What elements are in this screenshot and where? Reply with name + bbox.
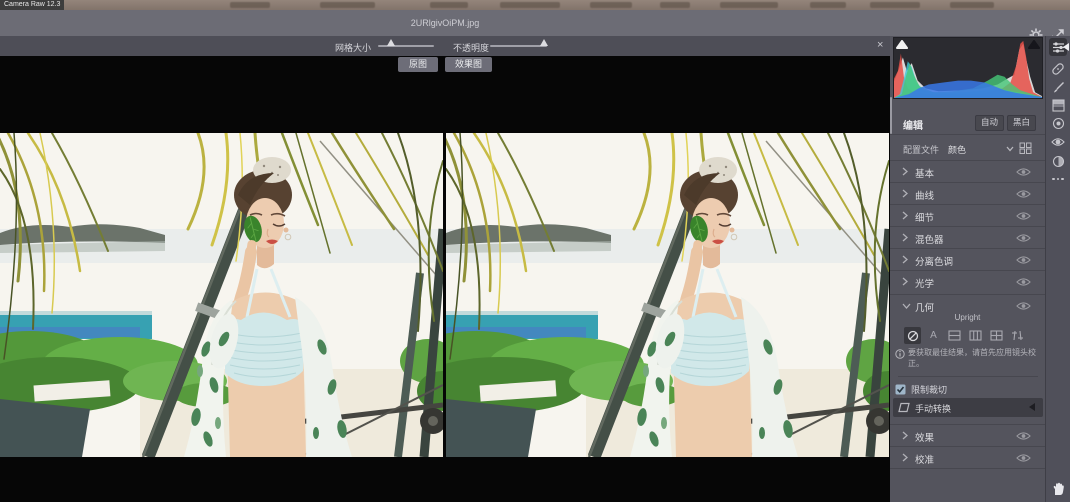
section-detail[interactable]: 细节 [890,204,1045,227]
upright-off-icon[interactable] [904,327,921,344]
original-view-button[interactable]: 原图 [398,57,438,72]
geometry-warning-text: 要获取最佳结果，请首先应用镜头校正。 [908,347,1036,369]
eye-icon[interactable] [1016,189,1031,199]
section-split-toning[interactable]: 分离色调 [890,248,1045,271]
profile-row: 配置文件 颜色 [890,134,1045,161]
taskbar-blur [230,2,270,8]
section-calibration[interactable]: 校准 [890,446,1045,469]
upright-guided-icon[interactable] [1009,327,1026,344]
close-icon[interactable]: × [877,39,883,51]
window-title: Camera Raw 12.3 [0,0,64,10]
more-dots-icon[interactable] [1049,170,1067,188]
app-title-bar: 2URlgivOiPM.jpg [0,10,1070,37]
eye-icon[interactable] [1016,211,1031,221]
taskbar-blur [870,2,920,8]
grid-size-slider[interactable] [378,45,434,47]
section-optics[interactable]: 光学 [890,270,1045,293]
upright-auto-icon[interactable]: A [925,327,942,344]
taskbar-blur [950,2,994,8]
graduated-filter-icon[interactable] [1049,96,1067,114]
section-effects[interactable]: 效果 [890,424,1045,447]
info-icon [895,349,905,359]
taskbar-blur [500,2,560,8]
section-curves[interactable]: 曲线 [890,182,1045,205]
preview-photo-after[interactable] [446,133,889,457]
highlight-clip-indicator[interactable] [1028,40,1040,49]
preview-photo-before[interactable] [0,133,443,457]
hand-tool-icon[interactable] [1049,480,1067,498]
histogram[interactable] [893,37,1043,99]
tool-strip [1045,36,1070,502]
preview-view-button[interactable]: 效果图 [445,57,492,72]
taskbar-blur [810,2,846,8]
transform-icon [898,402,910,413]
eye-icon[interactable] [1016,431,1031,441]
manual-transform-label: 手动转换 [915,402,951,415]
section-basic[interactable]: 基本 [890,160,1045,183]
chevron-down-icon[interactable] [1006,146,1014,152]
red-eye-icon[interactable] [1049,133,1067,151]
eye-icon[interactable] [1016,277,1031,287]
adjustment-brush-icon[interactable] [1049,78,1067,96]
collapse-left-arrow-icon[interactable] [1029,403,1035,411]
edit-panel: 编辑 自动 黑白 配置文件 颜色 基本 曲线 [890,36,1045,502]
section-color-mixer[interactable]: 混色器 [890,226,1045,249]
strip-collapse-arrow-icon[interactable] [1063,43,1069,51]
eye-icon[interactable] [1016,255,1031,265]
eye-icon[interactable] [1016,301,1031,311]
eye-icon[interactable] [1016,453,1031,463]
opacity-slider[interactable] [490,45,547,47]
divider [890,468,1045,469]
upright-label: Upright [890,313,1045,322]
shadow-clip-indicator[interactable] [896,40,908,49]
camera-raw-window: Camera Raw 12.3 2URlgivOiPM.jpg 网格大小 [0,0,1070,502]
taskbar-blur [590,2,632,8]
divider [898,376,1038,377]
upright-level-icon[interactable] [946,327,963,344]
taskbar-blur [660,2,690,8]
taskbar-blur [320,2,375,8]
edit-title: 编辑 [903,117,923,132]
grid-compare-toolbar: 网格大小 不透明度 × [0,36,890,56]
panel-scrollbar[interactable] [890,97,892,134]
profile-label: 配置文件 [903,143,939,156]
manual-transform-bar[interactable]: 手动转换 [893,398,1043,417]
healing-brush-icon[interactable] [1049,60,1067,78]
radial-filter-icon[interactable] [1049,114,1067,132]
eye-icon[interactable] [1016,167,1031,177]
opacity-slider-thumb[interactable] [540,39,548,46]
os-taskbar: Camera Raw 12.3 [0,0,1070,10]
taskbar-blur [720,2,778,8]
constrain-crop-label: 限制裁切 [911,383,947,396]
opacity-label: 不透明度 [453,41,489,54]
profile-select-value[interactable]: 颜色 [948,143,966,156]
eye-icon[interactable] [1016,233,1031,243]
taskbar-blur [430,2,468,8]
grid-size-label: 网格大小 [335,41,371,54]
presets-icon[interactable] [1049,152,1067,170]
upright-full-icon[interactable] [988,327,1005,344]
auto-button[interactable]: 自动 [975,115,1004,131]
profile-browser-icon[interactable] [1019,142,1032,154]
grid-size-slider-thumb[interactable] [387,39,395,46]
upright-vertical-icon[interactable] [967,327,984,344]
document-filename: 2URlgivOiPM.jpg [0,10,890,36]
bw-button[interactable]: 黑白 [1007,115,1036,131]
